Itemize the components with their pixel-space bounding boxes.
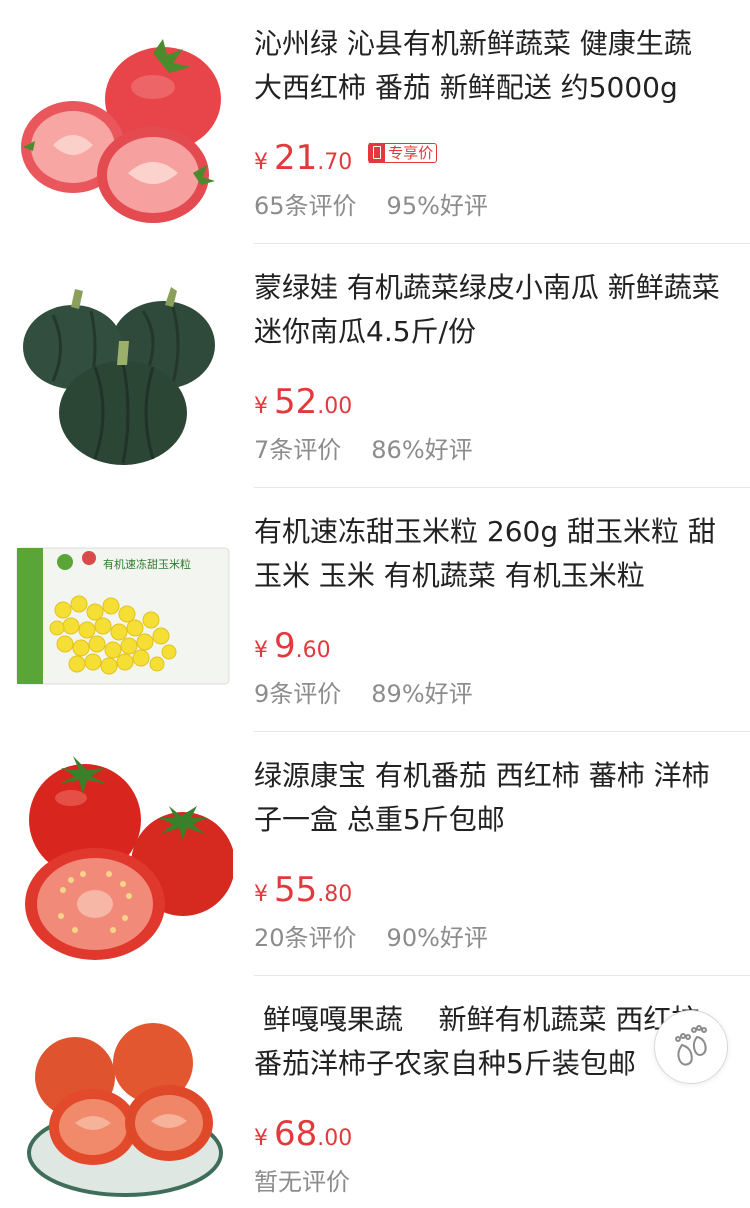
price: ¥ 68 .00 bbox=[254, 1114, 352, 1158]
list-item[interactable]: 蒙绿娃 有机蔬菜绿皮小南瓜 新鲜蔬菜迷你南瓜4.5斤/份 ¥ 52 .00 7条… bbox=[0, 244, 750, 488]
currency-symbol: ¥ bbox=[254, 638, 268, 663]
price-integer: 68 bbox=[274, 1114, 318, 1154]
list-item[interactable]: 沁州绿 沁县有机新鲜蔬菜 健康生蔬 大西红柿 番茄 新鲜配送 约5000g ¥ … bbox=[0, 0, 750, 244]
pumpkin-icon bbox=[23, 287, 215, 465]
price: ¥ 55 .80 bbox=[254, 870, 352, 914]
review-meta: 20条评价 90%好评 bbox=[254, 918, 518, 953]
badge-label: 专享价 bbox=[388, 144, 434, 162]
review-count: 暂无评价 bbox=[254, 1168, 350, 1196]
tomato-halves-icon bbox=[21, 39, 221, 223]
review-count: 20条评价 bbox=[254, 924, 357, 952]
currency-symbol: ¥ bbox=[254, 394, 268, 419]
footprint-icon bbox=[675, 1025, 707, 1066]
positive-rate: 86%好评 bbox=[371, 436, 473, 464]
price-decimal: .60 bbox=[295, 638, 331, 663]
price-integer: 21 bbox=[274, 138, 318, 178]
review-count: 9条评价 bbox=[254, 680, 342, 708]
price: ¥ 52 .00 bbox=[254, 382, 352, 426]
list-item[interactable]: 绿源康宝 有机番茄 西红柿 蕃柿 洋柿子一盒 总重5斤包邮 ¥ 55 .80 2… bbox=[0, 732, 750, 976]
currency-symbol: ¥ bbox=[254, 1126, 268, 1151]
product-image[interactable] bbox=[10, 264, 236, 478]
currency-symbol: ¥ bbox=[254, 150, 268, 175]
tomato-plate-icon bbox=[27, 1023, 223, 1197]
price-decimal: .70 bbox=[317, 150, 353, 175]
review-meta: 暂无评价 bbox=[254, 1162, 380, 1197]
product-title[interactable]: 沁州绿 沁县有机新鲜蔬菜 健康生蔬 大西红柿 番茄 新鲜配送 约5000g bbox=[254, 22, 724, 110]
product-image[interactable] bbox=[10, 20, 236, 234]
package-label: 有机速冻甜玉米粒 bbox=[103, 557, 191, 571]
currency-symbol: ¥ bbox=[254, 882, 268, 907]
product-image[interactable]: 有机速冻甜玉米粒 bbox=[10, 508, 236, 722]
review-meta: 9条评价 89%好评 bbox=[254, 674, 503, 709]
review-count: 65条评价 bbox=[254, 192, 357, 220]
list-item[interactable]: 鲜嘎嘎果蔬 新鲜有机蔬菜 西红柿番茄洋柿子农家自种5斤装包邮 ¥ 68 .00 … bbox=[0, 976, 750, 1208]
product-title[interactable]: 绿源康宝 有机番茄 西红柿 蕃柿 洋柿子一盒 总重5斤包邮 bbox=[254, 754, 724, 842]
price-integer: 55 bbox=[274, 870, 318, 910]
review-meta: 65条评价 95%好评 bbox=[254, 186, 518, 221]
corn-bag-icon: 有机速冻甜玉米粒 bbox=[16, 547, 230, 685]
list-item[interactable]: 有机速冻甜玉米粒 有机速冻甜玉米粒 260g 甜玉米粒 甜玉米 玉米 有机蔬菜 … bbox=[0, 488, 750, 732]
footprint-button[interactable] bbox=[654, 1010, 728, 1084]
price-integer: 9 bbox=[274, 626, 296, 666]
positive-rate: 95%好评 bbox=[386, 192, 488, 220]
exclusive-price-badge: 专享价 bbox=[368, 143, 438, 163]
price-decimal: .00 bbox=[317, 394, 353, 419]
product-image[interactable] bbox=[10, 752, 236, 966]
product-title[interactable]: 有机速冻甜玉米粒 260g 甜玉米粒 甜玉米 玉米 有机蔬菜 有机玉米粒 bbox=[254, 510, 724, 598]
price-decimal: .80 bbox=[317, 882, 353, 907]
product-image[interactable] bbox=[10, 996, 236, 1208]
price: ¥ 21 .70 专享价 bbox=[254, 138, 438, 182]
positive-rate: 89%好评 bbox=[371, 680, 473, 708]
price-integer: 52 bbox=[274, 382, 318, 422]
product-list: 沁州绿 沁县有机新鲜蔬菜 健康生蔬 大西红柿 番茄 新鲜配送 约5000g ¥ … bbox=[0, 0, 750, 1208]
tomatoes-icon bbox=[25, 756, 233, 960]
review-meta: 7条评价 86%好评 bbox=[254, 430, 503, 465]
mobile-icon bbox=[369, 143, 386, 163]
review-count: 7条评价 bbox=[254, 436, 342, 464]
product-title[interactable]: 蒙绿娃 有机蔬菜绿皮小南瓜 新鲜蔬菜迷你南瓜4.5斤/份 bbox=[254, 266, 724, 354]
price-decimal: .00 bbox=[317, 1126, 353, 1151]
positive-rate: 90%好评 bbox=[386, 924, 488, 952]
price: ¥ 9 .60 bbox=[254, 626, 331, 670]
